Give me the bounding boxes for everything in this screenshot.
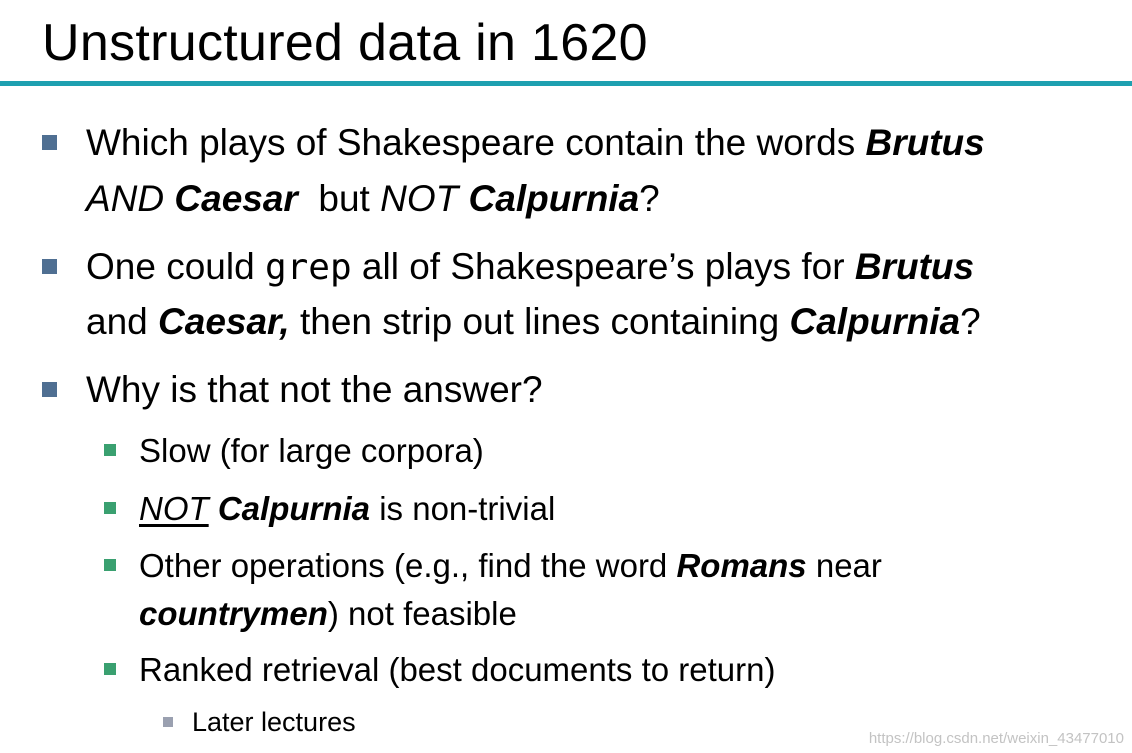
term-grep: grep (264, 247, 352, 288)
bullet-2-line-1: One could grep all of Shakespeare’s play… (42, 239, 975, 295)
sub-bullet-1: Slow (for large corpora) (104, 426, 484, 475)
term-calpurnia: Calpurnia (217, 490, 371, 527)
sub-bullet-3-line-2: countrymen) not feasible (139, 589, 517, 638)
term-calpurnia: Calpurnia (468, 178, 640, 219)
title-rule (0, 81, 1132, 86)
bullet-square-icon (104, 444, 116, 456)
text: Ranked retrieval (best documents to retu… (139, 651, 776, 688)
text: One could (86, 246, 265, 287)
sub-bullet-2: NOT Calpurnia is non-trivial (104, 484, 556, 533)
text: ? (639, 178, 660, 219)
bullet-square-icon (104, 502, 116, 514)
sub-bullet-3-line-1: Other operations (e.g., find the word Ro… (104, 541, 882, 590)
text: ? (960, 301, 981, 342)
slide-title: Unstructured data in 1620 (42, 14, 648, 72)
text: Slow (for large corpora) (139, 432, 484, 469)
bullet-square-icon (163, 717, 173, 727)
bullet-2-line-2: and Caesar, then strip out lines contain… (86, 294, 981, 349)
sub-bullet-4: Ranked retrieval (best documents to retu… (104, 645, 776, 694)
term-caesar: Caesar, (158, 301, 290, 342)
bullet-1-line-1: Which plays of Shakespeare contain the w… (42, 115, 985, 170)
watermark: https://blog.csdn.net/weixin_43477010 (868, 730, 1124, 747)
bullet-square-icon (42, 259, 57, 274)
text: Which plays of Shakespeare contain the w… (86, 122, 866, 163)
text: is non-trivial (370, 490, 556, 527)
text: then strip out lines containing (289, 301, 790, 342)
bullet-3: Why is that not the answer? (42, 362, 543, 417)
bullet-square-icon (42, 382, 57, 397)
text: all of Shakespeare’s plays for (351, 246, 855, 287)
operator-not: NOT (380, 178, 459, 219)
bullet-square-icon (104, 559, 116, 571)
term-romans: Romans (676, 547, 807, 584)
sub-sub-bullet-1: Later lectures (163, 704, 356, 740)
term-brutus: Brutus (865, 122, 985, 163)
term-calpurnia: Calpurnia (789, 301, 961, 342)
bullet-square-icon (42, 135, 57, 150)
operator-not: NOT (139, 490, 209, 527)
text: Why is that not the answer? (86, 369, 543, 410)
text: but (297, 178, 381, 219)
text: and (86, 301, 159, 342)
operator-and: AND (86, 178, 165, 219)
text: ) not feasible (327, 595, 517, 632)
term-countrymen: countrymen (139, 595, 328, 632)
bullet-1-line-2: AND Caesar but NOT Calpurnia? (86, 171, 660, 226)
text: Other operations (e.g., find the word (139, 547, 677, 584)
text: Later lectures (192, 707, 356, 737)
term-caesar: Caesar (174, 178, 298, 219)
term-brutus: Brutus (854, 246, 975, 287)
bullet-square-icon (104, 663, 116, 675)
text: near (806, 547, 882, 584)
